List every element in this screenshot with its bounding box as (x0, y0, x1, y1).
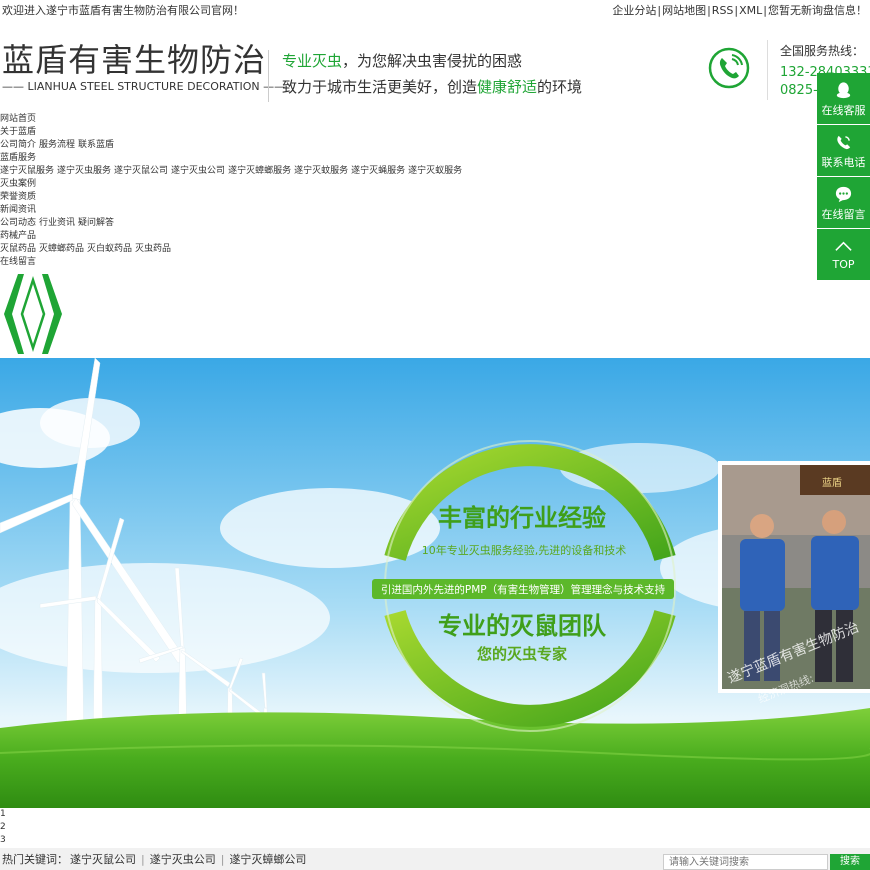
nav-row: 关于蓝盾 (0, 126, 600, 139)
site-header: 蓝盾有害生物防治 —— LIANHUA STEEL STRUCTURE DECO… (0, 22, 870, 112)
hotline-divider (767, 40, 768, 100)
nav-link[interactable]: 遂宁灭虫服务 (57, 166, 111, 176)
keyword-link[interactable]: 遂宁灭鼠公司 (70, 853, 136, 866)
nav-link[interactable]: 遂宁灭蚁服务 (408, 166, 462, 176)
top-bar: 欢迎进入遂宁市蓝盾有害生物防治有限公司官网！ 企业分站|网站地图|RSS|XML… (0, 0, 870, 23)
team-photo: 蓝盾 遂宁蓝盾有害生物防治 经济洞热线: (718, 461, 870, 706)
inquiry-notice[interactable]: 您暂无新询盘信息！ (768, 4, 867, 17)
back-to-top-button[interactable]: TOP (817, 229, 870, 280)
nav-row: 荣誉资质 (0, 191, 600, 204)
nav-link[interactable]: 服务流程 (39, 140, 75, 150)
nav-link[interactable]: 联系蓝盾 (78, 140, 114, 150)
nav-row: 公司简介 服务流程 联系蓝盾 (0, 139, 600, 152)
search-button[interactable]: 搜索 (830, 854, 870, 870)
link-substations[interactable]: 企业分站 (612, 4, 656, 17)
banner-sub-1: 10年专业灭虫服务经验,先进的设备和技术 (422, 543, 627, 557)
top-links: 企业分站|网站地图|RSS|XML|您暂无新询盘信息！ (612, 4, 867, 17)
nav-link[interactable]: 药械产品 (0, 231, 36, 241)
nav-row: 遂宁灭鼠服务 遂宁灭虫服务 遂宁灭鼠公司 遂宁灭虫公司 遂宁灭蟑螂服务 遂宁灭蚊服务 遂宁灭… (0, 165, 600, 178)
logo-divider (268, 50, 269, 102)
hero-banner[interactable]: 丰富的行业经验 10年专业灭虫服务经验,先进的设备和技术 引进国内外先进的PMP… (0, 358, 870, 808)
logo-english: —— LIANHUA STEEL STRUCTURE DECORATION —— (2, 80, 286, 93)
slogan-text-1: ，为您解决虫害侵扰的困惑 (342, 52, 523, 70)
search-input[interactable] (663, 854, 828, 870)
online-message-button[interactable]: 在线留言 (817, 177, 870, 228)
side-label: 在线客服 (821, 104, 866, 117)
nav-link[interactable]: 公司动态 (0, 218, 36, 228)
nav-row: 灭虫案例 (0, 178, 600, 191)
slogan-line-1: 专业灭虫，为您解决虫害侵扰的困惑 (282, 50, 522, 71)
logo-chinese[interactable]: 蓝盾有害生物防治 (2, 40, 266, 80)
nav-link[interactable]: 关于蓝盾 (0, 127, 36, 137)
slogan-text-2c: 的环境 (537, 78, 583, 96)
side-label: TOP (832, 258, 855, 271)
banner-sub-2: 您的灭虫专家 (476, 645, 567, 663)
nav-row: 公司动态 行业资讯 疑问解答 (0, 217, 600, 230)
contact-phone-button[interactable]: 联系电话 (817, 125, 870, 176)
nav-link[interactable]: 遂宁灭蝇服务 (351, 166, 405, 176)
hotline-label: 全国服务热线： (780, 44, 865, 58)
nav-link[interactable]: 遂宁灭鼠服务 (0, 166, 54, 176)
nav-link[interactable]: 遂宁灭鼠公司 (114, 166, 168, 176)
nav-link[interactable]: 疑问解答 (78, 218, 114, 228)
nav-row: 网站首页 (0, 113, 600, 126)
nav-row: 药械产品 (0, 230, 600, 243)
hot-keywords-list: 遂宁灭鼠公司 | 遂宁灭虫公司 | 遂宁灭蟑螂公司 (70, 853, 306, 867)
nav-link[interactable]: 行业资讯 (39, 218, 75, 228)
slide-dot-2[interactable]: 2 (0, 821, 6, 834)
qq-icon (836, 82, 851, 99)
nav-link[interactable]: 灭虫案例 (0, 179, 36, 189)
nav-link[interactable]: 网站首页 (0, 114, 36, 124)
link-sitemap[interactable]: 网站地图 (662, 4, 706, 17)
side-label: 联系电话 (821, 156, 866, 169)
side-label: 在线留言 (821, 208, 866, 221)
nav-row: 蓝盾服务 (0, 152, 600, 165)
keyword-separator: | (141, 853, 145, 866)
nav-link[interactable]: 遂宁灭蟑螂服务 (228, 166, 291, 176)
chevron-logo-icon (4, 274, 62, 354)
keyword-link[interactable]: 遂宁灭虫公司 (150, 853, 216, 866)
nav-link[interactable]: 灭鼠药品 (0, 244, 36, 254)
hot-keywords-label: 热门关键词： (2, 853, 68, 866)
nav-link[interactable]: 在线留言 (0, 257, 36, 267)
keyword-separator: | (220, 853, 225, 866)
slogan-highlight-1: 专业灭虫 (282, 52, 343, 70)
nav-link[interactable]: 新闻资讯 (0, 205, 36, 215)
nav-link[interactable]: 灭蟑螂药品 (39, 244, 84, 254)
main-nav: 网站首页 关于蓝盾 公司简介 服务流程 联系蓝盾 蓝盾服务 遂宁灭鼠服务 遂宁灭虫服务 遂宁灭鼠… (0, 113, 600, 269)
side-float-bar: 在线客服 联系电话 在线留言 TOP (817, 73, 870, 281)
nav-row: 新闻资讯 (0, 204, 600, 217)
slogan-highlight-2: 健康舒适 (477, 78, 538, 96)
slide-dot-3[interactable]: 3 (0, 834, 6, 847)
nav-link[interactable]: 遂宁灭虫公司 (171, 166, 225, 176)
slide-dot-1[interactable]: 1 (0, 808, 6, 821)
link-xml[interactable]: XML (739, 4, 762, 17)
photo-sign: 蓝盾 (822, 477, 842, 489)
keyword-bar: 热门关键词： 遂宁灭鼠公司 | 遂宁灭虫公司 | 遂宁灭蟑螂公司 搜索 (0, 848, 870, 870)
chat-bubble-icon (835, 186, 852, 203)
banner-headline-1: 丰富的行业经验 (438, 504, 606, 532)
chevron-up-icon (835, 241, 852, 251)
slogan-text-2a: 致力于城市生活更美好，创造 (282, 78, 478, 96)
online-service-button[interactable]: 在线客服 (817, 73, 870, 124)
slide-indicators: 1 2 3 (0, 808, 6, 847)
nav-link[interactable]: 灭虫药品 (135, 244, 171, 254)
banner-headline-2: 专业的灭鼠团队 (438, 612, 607, 640)
phone-icon (837, 135, 851, 150)
nav-row: 在线留言 (0, 256, 600, 269)
nav-link[interactable]: 蓝盾服务 (0, 153, 36, 163)
banner-ribbon: 引进国内外先进的PMP（有害生物管理）管理理念与技术支持 (381, 583, 666, 596)
link-rss[interactable]: RSS (712, 4, 734, 17)
nav-link[interactable]: 遂宁灭蚊服务 (294, 166, 348, 176)
welcome-text: 欢迎进入遂宁市蓝盾有害生物防治有限公司官网！ (2, 4, 244, 17)
slogan-line-2: 致力于城市生活更美好，创造健康舒适的环境 (282, 76, 582, 97)
nav-link[interactable]: 荣誉资质 (0, 192, 36, 202)
nav-link[interactable]: 灭白蚁药品 (87, 244, 132, 254)
phone-icon (708, 47, 750, 89)
keyword-link[interactable]: 遂宁灭蟑螂公司 (229, 853, 306, 866)
nav-link[interactable]: 公司简介 (0, 140, 36, 150)
nav-row: 灭鼠药品 灭蟑螂药品 灭白蚁药品 灭虫药品 (0, 243, 600, 256)
